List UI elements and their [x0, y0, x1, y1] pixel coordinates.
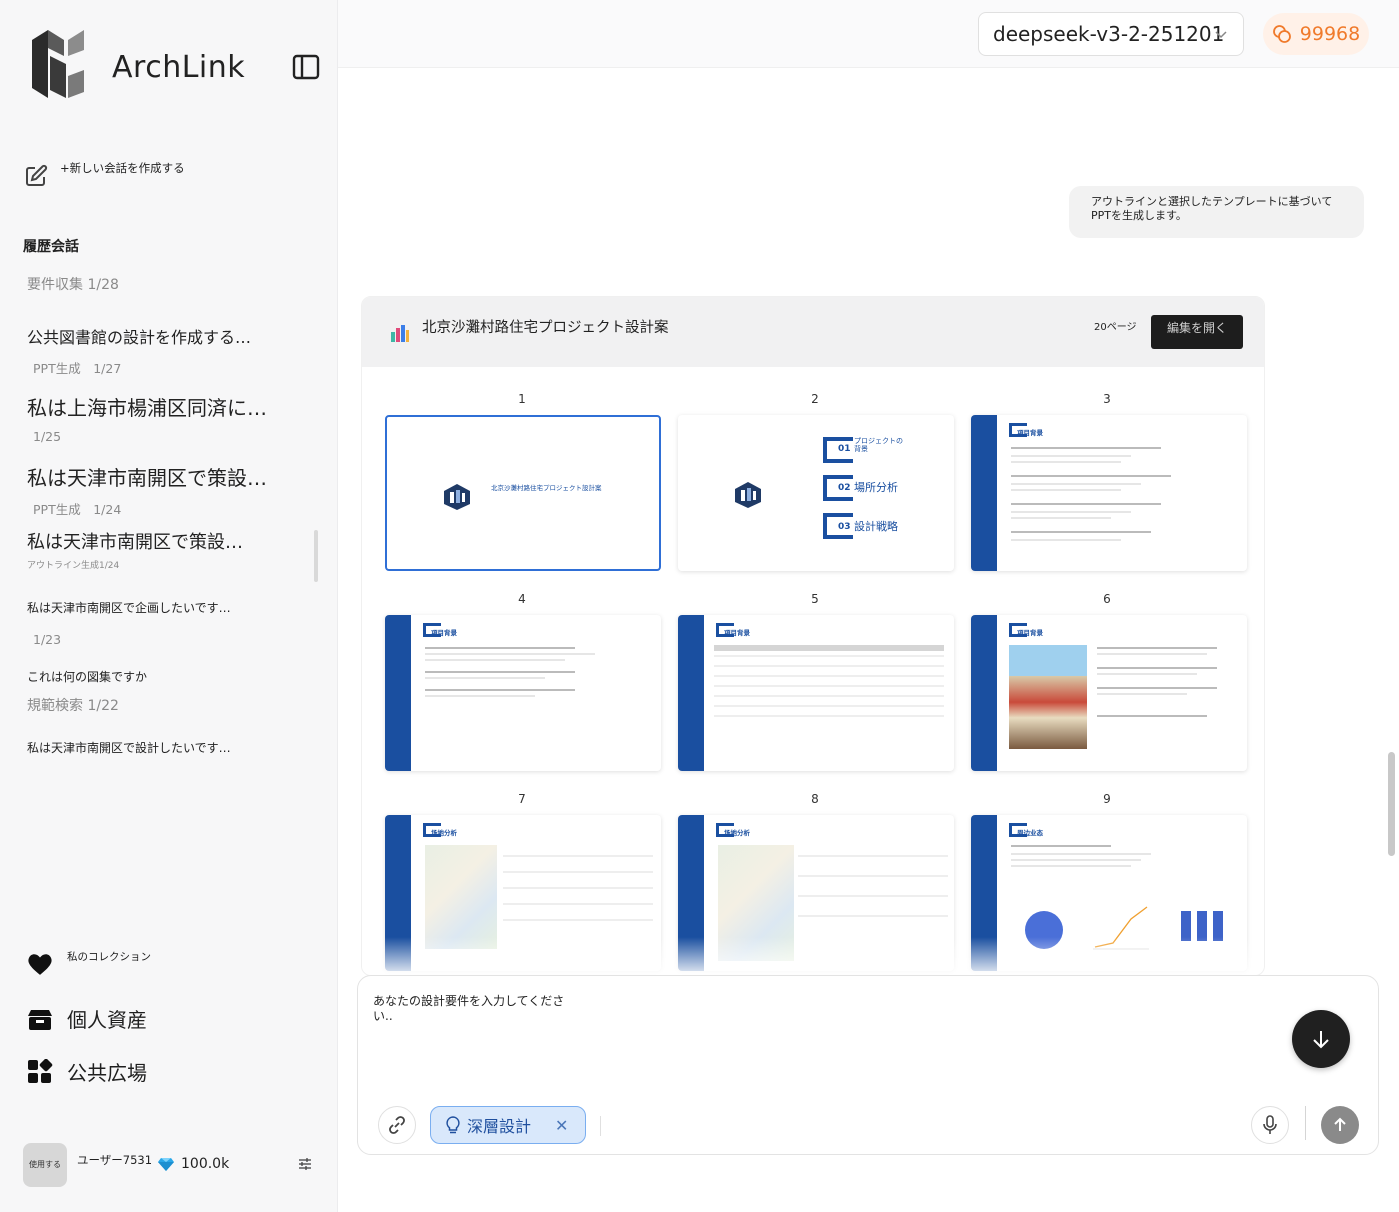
- slide-number: 1: [518, 392, 526, 406]
- slide-map: [425, 845, 497, 949]
- heart-icon: [28, 954, 52, 975]
- slide-number: 9: [1103, 792, 1111, 806]
- history-scrollbar[interactable]: [314, 530, 318, 582]
- credits: 100.0k: [157, 1156, 229, 1172]
- message-composer[interactable]: あなたの設計要件を入力してください.. 深層設計 ✕: [357, 975, 1379, 1155]
- avatar[interactable]: 使用する: [23, 1143, 67, 1187]
- history-item[interactable]: これは何の図集ですか 規範検索 1/22: [27, 668, 147, 715]
- points-value: 99968: [1299, 23, 1361, 45]
- page-scrollbar[interactable]: [1388, 752, 1395, 856]
- close-icon[interactable]: ✕: [555, 1116, 568, 1135]
- user-name: ユーザー7531: [77, 1153, 153, 1167]
- grid-icon: [28, 1058, 53, 1083]
- toc-item: 設計戦略: [854, 520, 898, 533]
- slide-thumbnail[interactable]: 01 プロジェクトの背景 02 場所分析 03 設計戦略: [678, 415, 954, 571]
- slide-number: 3: [1103, 392, 1111, 406]
- nav-public-plaza[interactable]: 公共広場: [27, 1057, 147, 1086]
- coins-icon: [1272, 25, 1291, 43]
- deep-design-chip[interactable]: 深層設計 ✕: [430, 1106, 586, 1144]
- toc-item: プロジェクトの背景: [854, 437, 903, 453]
- user-area: 使用する ユーザー7531 100.0k: [23, 1143, 323, 1187]
- new-chat-label: +新しい会話を作成する: [60, 161, 185, 175]
- box-icon: [28, 1009, 52, 1030]
- top-bar: deepseek-v3-2-251201 99968: [338, 0, 1399, 68]
- link-icon: [389, 1116, 405, 1134]
- history-item[interactable]: 私は天津市南開区で企画したいです… 1/23: [27, 599, 231, 647]
- user-message: アウトラインと選択したテンプレートに基づいてPPTを生成します。: [1069, 186, 1364, 238]
- settings-sliders-icon[interactable]: [298, 1157, 312, 1171]
- history-item[interactable]: 公共図書館の設計を作成する… PPT生成 1/27: [27, 324, 251, 377]
- chat-area: アウトラインと選択したテンプレートに基づいてPPTを生成します。 北京沙灘村路住…: [338, 68, 1399, 1212]
- history-list: … 要件収集 1/28 公共図書館の設計を作成する… PPT生成 1/27 私は…: [0, 262, 320, 762]
- slide-thumbnail[interactable]: 項目背景: [971, 615, 1247, 771]
- arrow-down-icon: [1313, 1031, 1329, 1049]
- slide-number: 8: [811, 792, 819, 806]
- slide-thumbnail[interactable]: 北京沙灘村路住宅プロジェクト設計案: [385, 415, 661, 571]
- slide-thumbnail[interactable]: 項目背景: [678, 615, 954, 771]
- nav-collection[interactable]: 私のコレクション: [27, 951, 151, 976]
- model-select[interactable]: deepseek-v3-2-251201: [978, 12, 1244, 56]
- model-name: deepseek-v3-2-251201: [993, 22, 1225, 46]
- microphone-icon: [1263, 1115, 1277, 1134]
- slide-number: 4: [518, 592, 526, 606]
- toc-number: 03: [838, 522, 851, 532]
- brand-name: ArchLink: [112, 50, 246, 85]
- ppt-chart-icon: [391, 325, 409, 342]
- ppt-page-count: 20ページ: [1094, 322, 1137, 333]
- nav-personal-assets[interactable]: 個人資産: [27, 1004, 147, 1033]
- ppt-title: 北京沙灘村路住宅プロジェクト設計案: [422, 320, 669, 336]
- edit-icon: [26, 164, 48, 186]
- slide-title-text: 北京沙灘村路住宅プロジェクト設計案: [491, 484, 602, 492]
- send-button[interactable]: [1321, 1106, 1359, 1144]
- toc-item: 場所分析: [854, 481, 898, 494]
- chip-label: 深層設計: [467, 1117, 532, 1136]
- archlink-logo: [32, 30, 84, 98]
- ppt-preview-card: 北京沙灘村路住宅プロジェクト設計案 20ページ 編集を開く 1 2 3 北京沙灘…: [361, 296, 1265, 976]
- scroll-down-button[interactable]: [1292, 1010, 1350, 1068]
- ppt-header: 北京沙灘村路住宅プロジェクト設計案 20ページ 編集を開く: [362, 297, 1264, 367]
- attach-link-button[interactable]: [378, 1106, 416, 1144]
- new-chat-button[interactable]: +新しい会話を作成する: [24, 158, 185, 188]
- slide-thumbnail[interactable]: 項目背景: [385, 615, 661, 771]
- slide-number: 2: [811, 392, 819, 406]
- arrow-up-icon: [1334, 1117, 1346, 1131]
- history-item[interactable]: 私は天津市南開区で設計したいです…: [27, 739, 231, 756]
- sidebar: ArchLink +新しい会話を作成する 履歴会話 … 要件収集 1/28 公共…: [0, 0, 338, 1212]
- history-item[interactable]: 私は上海市楊浦区同済に… 1/25: [27, 392, 267, 444]
- toc-number: 01: [838, 444, 851, 454]
- slide-number: 7: [518, 792, 526, 806]
- history-item[interactable]: … 要件収集 1/28: [27, 262, 119, 294]
- voice-input-button[interactable]: [1251, 1106, 1289, 1144]
- points-badge[interactable]: 99968: [1263, 13, 1369, 55]
- diamond-icon: [158, 1157, 174, 1171]
- slide-logo-icon: [444, 484, 470, 510]
- chevron-down-icon: [1215, 31, 1227, 39]
- open-editor-button[interactable]: 編集を開く: [1151, 315, 1243, 349]
- history-item[interactable]: 私は天津市南開区で策設… アウトライン生成1/24: [27, 528, 243, 571]
- composer-input[interactable]: あなたの設計要件を入力してください..: [373, 994, 573, 1024]
- slide-logo-icon: [735, 482, 761, 508]
- history-item[interactable]: 私は天津市南開区で策設… PPT生成 1/24: [27, 462, 267, 518]
- slide-illustration: [1009, 645, 1087, 749]
- history-title: 履歴会話: [23, 239, 79, 255]
- app-root: ArchLink +新しい会話を作成する 履歴会話 … 要件収集 1/28 公共…: [0, 0, 1399, 1212]
- slide-thumbnail[interactable]: 項目背景: [971, 415, 1247, 571]
- slide-number: 6: [1103, 592, 1111, 606]
- sidebar-toggle-icon[interactable]: [292, 54, 320, 80]
- toc-number: 02: [838, 483, 851, 493]
- lightbulb-icon: [446, 1116, 460, 1134]
- slide-number: 5: [811, 592, 819, 606]
